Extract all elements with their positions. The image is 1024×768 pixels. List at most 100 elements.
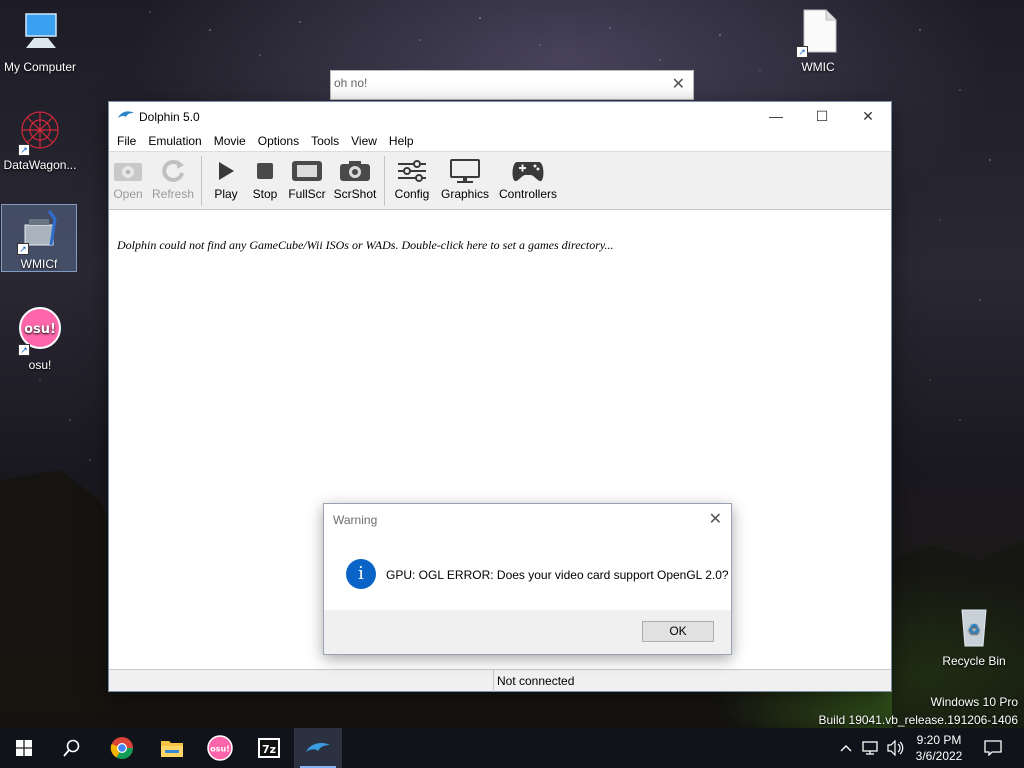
toolbar-separator: [201, 156, 202, 206]
svg-text:♻: ♻: [968, 622, 981, 638]
desktop-icon-label: Recycle Bin: [942, 654, 1006, 668]
osu-icon: osu! ↗: [16, 306, 64, 356]
open-button[interactable]: Open: [112, 158, 144, 201]
desktop-icon-recycle-bin[interactable]: ♻ Recycle Bin: [934, 602, 1014, 668]
7zip-glyph: 7z: [262, 743, 276, 756]
desktop-icon-datawagon[interactable]: ↗ DataWagon...: [0, 106, 80, 172]
graphics-label: Graphics: [440, 187, 490, 201]
clock-date: 3/6/2022: [915, 749, 963, 763]
screenshot-button[interactable]: ScrShot: [333, 158, 377, 201]
refresh-icon: [151, 158, 195, 184]
close-icon[interactable]: ✕: [672, 74, 685, 94]
warning-dialog: Warning ✕ i GPU: OGL ERROR: Does your vi…: [323, 503, 732, 655]
gamepad-icon: [497, 158, 559, 184]
shortcut-arrow-icon: ↗: [18, 344, 30, 356]
windows-build: Build 19041.vb_release.191206-1406: [818, 713, 1019, 727]
menu-options[interactable]: Options: [252, 134, 305, 148]
toolbar: Open Refresh Play Stop FullScr ScrShot C…: [109, 152, 891, 210]
menu-file[interactable]: File: [111, 134, 142, 148]
controllers-label: Controllers: [498, 187, 558, 201]
refresh-button[interactable]: Refresh: [151, 158, 195, 201]
refresh-label: Refresh: [151, 187, 195, 201]
toolbar-separator: [384, 156, 385, 206]
maximize-icon[interactable]: ☐: [799, 102, 845, 130]
datawagon-icon: ↗: [16, 106, 64, 156]
file-icon: ↗: [794, 8, 842, 58]
svg-text:osu!: osu!: [24, 322, 56, 337]
notification-icon[interactable]: [978, 728, 1008, 768]
dolphin-icon[interactable]: [294, 728, 342, 768]
play-icon: [211, 158, 241, 184]
sliders-icon: [392, 158, 432, 184]
taskbar: osu! 7z 9:20 PM 3/6/2022: [0, 728, 1024, 768]
config-button[interactable]: Config: [392, 158, 432, 201]
volume-icon[interactable]: [884, 728, 906, 768]
stop-label: Stop: [252, 187, 278, 201]
chevron-up-icon[interactable]: [836, 728, 856, 768]
dialog-footer: OK: [324, 610, 731, 654]
ohno-window[interactable]: oh no! ✕: [330, 70, 694, 100]
ok-button[interactable]: OK: [642, 621, 714, 642]
desktop-icon-wmicf[interactable]: ↗ WMICf: [1, 204, 77, 272]
recycle-bin-icon: ♻: [950, 602, 998, 650]
desktop-icon-label: DataWagon...: [3, 158, 77, 172]
clock-time: 9:20 PM: [916, 733, 962, 747]
open-disc-icon: [112, 158, 144, 184]
shortcut-arrow-icon: ↗: [17, 243, 29, 255]
connection-status: Not connected: [493, 670, 574, 692]
fullscreen-label: FullScr: [288, 187, 326, 201]
fullscreen-icon: [287, 158, 327, 184]
title-bar[interactable]: Dolphin 5.0 — ☐ ✕: [109, 102, 891, 130]
open-label: Open: [113, 187, 143, 201]
desktop-icon-wmic[interactable]: ↗ WMIC: [778, 8, 858, 74]
dialog-title: Warning: [333, 513, 378, 527]
stop-button[interactable]: Stop: [249, 158, 281, 201]
play-label: Play: [214, 187, 238, 201]
fullscreen-button[interactable]: FullScr: [287, 158, 327, 201]
screenshot-label: ScrShot: [333, 187, 377, 201]
desktop-icon-label: My Computer: [3, 60, 77, 74]
network-icon[interactable]: [860, 728, 882, 768]
dialog-message: GPU: OGL ERROR: Does your video card sup…: [386, 568, 729, 582]
shortcut-arrow-icon: ↗: [796, 46, 808, 58]
7zip-icon[interactable]: 7z: [245, 728, 293, 768]
menu-movie[interactable]: Movie: [208, 134, 252, 148]
camera-icon: [333, 158, 377, 184]
chrome-icon[interactable]: [98, 728, 146, 768]
osu-glyph: osu!: [210, 745, 230, 754]
desktop-icon-label: WMICf: [20, 257, 58, 271]
close-icon[interactable]: ✕: [845, 102, 891, 130]
menu-bar: File Emulation Movie Options Tools View …: [109, 130, 891, 152]
windows-edition: Windows 10 Pro: [930, 695, 1018, 709]
desktop-icon-label: osu!: [28, 358, 52, 372]
minimize-icon[interactable]: —: [753, 102, 799, 130]
clock[interactable]: 9:20 PM 3/6/2022: [908, 728, 970, 768]
empty-game-list-message[interactable]: Dolphin could not find any GameCube/Wii …: [117, 238, 614, 253]
play-button[interactable]: Play: [211, 158, 241, 201]
desktop-icon-osu[interactable]: osu! ↗ osu!: [0, 306, 80, 372]
menu-emulation[interactable]: Emulation: [142, 134, 207, 148]
desktop-icon-my-computer[interactable]: My Computer: [0, 8, 80, 74]
osu-icon[interactable]: osu!: [196, 728, 244, 768]
menu-help[interactable]: Help: [383, 134, 420, 148]
shortcut-arrow-icon: ↗: [18, 144, 30, 156]
computer-icon: [16, 8, 64, 56]
file-explorer-icon[interactable]: [148, 728, 196, 768]
start-icon[interactable]: [0, 728, 48, 768]
ohno-window-title: oh no!: [334, 76, 368, 90]
menu-tools[interactable]: Tools: [305, 134, 345, 148]
window-title: Dolphin 5.0: [139, 110, 200, 124]
toolbox-icon: ↗: [15, 205, 63, 255]
dolphin-icon: [118, 111, 134, 118]
desktop-icon-label: WMIC: [801, 60, 835, 74]
close-icon[interactable]: ✕: [709, 509, 722, 529]
controllers-button[interactable]: Controllers: [497, 158, 559, 201]
search-icon[interactable]: [48, 728, 96, 768]
monitor-icon: [439, 158, 491, 184]
config-label: Config: [394, 187, 430, 201]
menu-view[interactable]: View: [345, 134, 383, 148]
status-bar: Not connected: [109, 669, 891, 692]
info-icon: i: [346, 559, 376, 589]
stop-icon: [249, 158, 281, 184]
graphics-button[interactable]: Graphics: [439, 158, 491, 201]
